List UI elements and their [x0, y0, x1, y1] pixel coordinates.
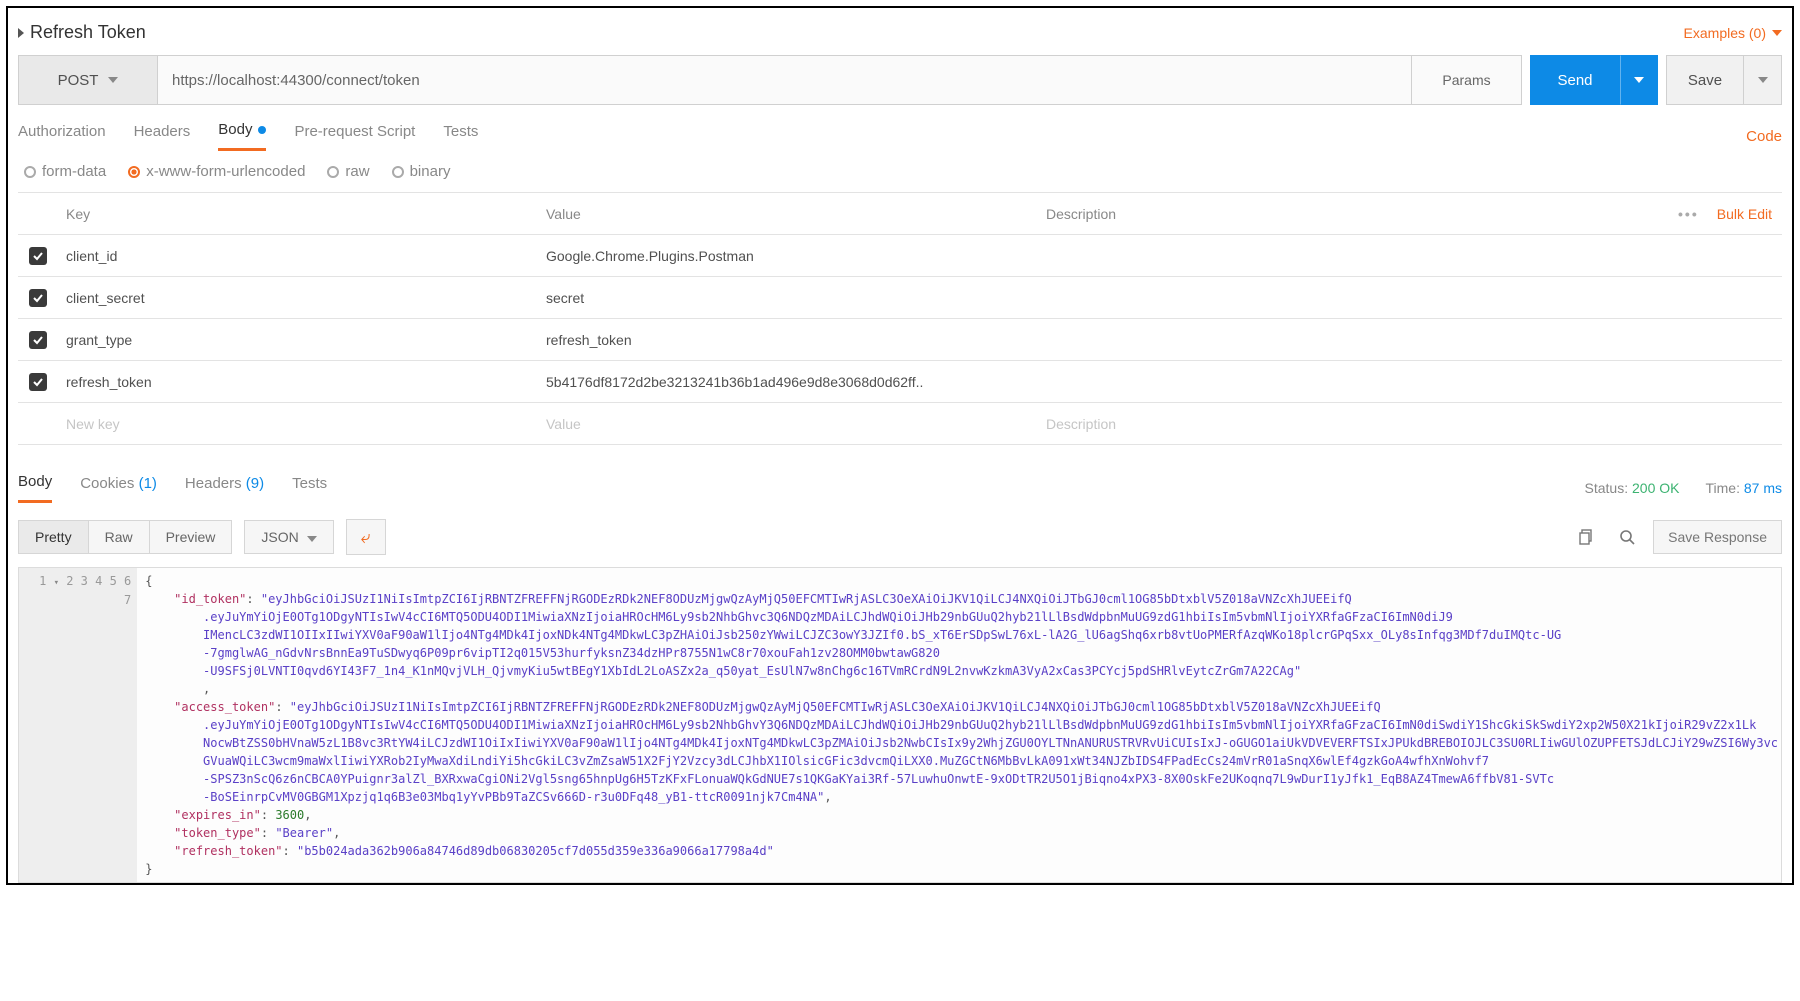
param-value-new[interactable]: Value: [538, 416, 1038, 432]
save-dropdown[interactable]: [1744, 55, 1782, 105]
resp-tab-cookies[interactable]: Cookies (1): [80, 475, 157, 502]
expand-icon[interactable]: [18, 28, 24, 38]
param-value[interactable]: secret: [538, 290, 1038, 306]
bodytype-binary[interactable]: binary: [392, 163, 451, 180]
table-row: client_id Google.Chrome.Plugins.Postman: [18, 235, 1782, 277]
param-description-new[interactable]: Description: [1038, 416, 1632, 432]
col-header-key: Key: [58, 206, 538, 222]
table-row: refresh_token 5b4176df8172d2be3213241b36…: [18, 361, 1782, 403]
tab-prerequest[interactable]: Pre-request Script: [294, 123, 415, 150]
bodytype-urlencoded[interactable]: x-www-form-urlencoded: [128, 163, 305, 180]
save-response-button[interactable]: Save Response: [1653, 520, 1782, 554]
row-enable-checkbox[interactable]: [29, 331, 47, 349]
send-button[interactable]: Send: [1530, 55, 1620, 105]
send-dropdown[interactable]: [1620, 55, 1658, 105]
resp-tab-headers[interactable]: Headers (9): [185, 475, 264, 502]
tab-authorization[interactable]: Authorization: [18, 123, 106, 150]
view-raw[interactable]: Raw: [89, 520, 150, 554]
tab-tests[interactable]: Tests: [443, 123, 478, 150]
row-enable-checkbox[interactable]: [29, 247, 47, 265]
copy-icon[interactable]: [1573, 523, 1601, 551]
tab-body[interactable]: Body: [218, 121, 266, 151]
col-header-description: Description: [1038, 206, 1632, 222]
url-input[interactable]: https://localhost:44300/connect/token: [158, 55, 1412, 105]
table-row: grant_type refresh_token: [18, 319, 1782, 361]
chevron-down-icon: [1758, 77, 1768, 83]
param-value[interactable]: 5b4176df8172d2be3213241b36b1ad496e9d8e30…: [538, 374, 1038, 390]
response-status: Status: 200 OK Time: 87 ms: [1585, 480, 1782, 496]
examples-dropdown[interactable]: Examples (0): [1684, 25, 1782, 41]
row-enable-checkbox[interactable]: [29, 373, 47, 391]
line-gutter: 1 ▾ 2 3 4 5 6 7: [19, 568, 137, 882]
resp-tab-body[interactable]: Body: [18, 473, 52, 503]
view-preview[interactable]: Preview: [150, 520, 233, 554]
save-button[interactable]: Save: [1666, 55, 1744, 105]
bodytype-raw[interactable]: raw: [327, 163, 369, 180]
params-button[interactable]: Params: [1412, 55, 1522, 105]
param-key[interactable]: refresh_token: [58, 374, 538, 390]
resp-tab-tests[interactable]: Tests: [292, 475, 327, 502]
code-link[interactable]: Code: [1746, 128, 1782, 145]
request-title: Refresh Token: [30, 22, 146, 43]
more-columns-icon[interactable]: •••: [1678, 206, 1699, 222]
search-icon[interactable]: [1613, 523, 1641, 551]
param-key[interactable]: grant_type: [58, 332, 538, 348]
param-value[interactable]: refresh_token: [538, 332, 1038, 348]
param-key[interactable]: client_secret: [58, 290, 538, 306]
chevron-down-icon: [108, 77, 118, 83]
bodytype-form-data[interactable]: form-data: [24, 163, 106, 180]
col-header-value: Value: [538, 206, 1038, 222]
row-enable-checkbox[interactable]: [29, 289, 47, 307]
tab-header: Refresh Token Examples (0): [18, 18, 1782, 55]
tab-headers[interactable]: Headers: [134, 123, 191, 150]
chevron-down-icon: [1772, 30, 1782, 36]
wrap-lines-toggle[interactable]: ⤶: [346, 519, 386, 555]
lang-select[interactable]: JSON: [244, 520, 333, 554]
bulk-edit-link[interactable]: Bulk Edit: [1717, 206, 1772, 222]
param-value[interactable]: Google.Chrome.Plugins.Postman: [538, 248, 1038, 264]
param-key[interactable]: client_id: [58, 248, 538, 264]
response-body[interactable]: 1 ▾ 2 3 4 5 6 7 { "id_token": "eyJhbGciO…: [18, 567, 1782, 883]
http-method-select[interactable]: POST: [18, 55, 158, 105]
body-params-grid: Key Value Description ••• Bulk Edit clie…: [18, 192, 1782, 445]
chevron-down-icon: [307, 536, 317, 542]
table-row: client_secret secret: [18, 277, 1782, 319]
chevron-down-icon: [1634, 77, 1644, 83]
modified-dot-icon: [258, 126, 266, 134]
table-row-new: New key Value Description: [18, 403, 1782, 445]
param-key-new[interactable]: New key: [58, 416, 538, 432]
view-pretty[interactable]: Pretty: [18, 520, 89, 554]
